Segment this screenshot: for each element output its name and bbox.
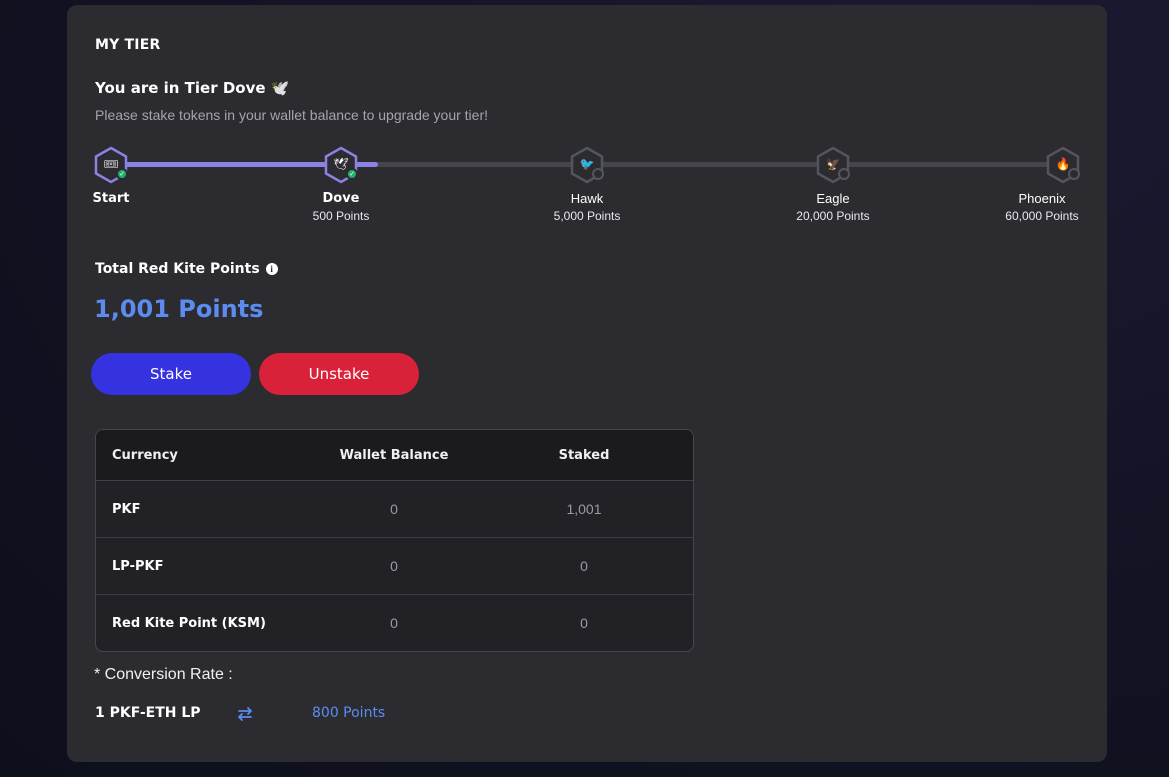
balance-table: Currency Wallet Balance Staked PKF 0 1,0… — [95, 429, 694, 652]
tier-node-dove: 🕊 ✓ — [324, 146, 358, 184]
swap-icon[interactable] — [235, 704, 255, 724]
tier-card: MY TIER You are in Tier Dove 🕊️ Please s… — [67, 5, 1107, 762]
tier-hint-text: Please stake tokens in your wallet balan… — [95, 107, 489, 123]
conversion-rate-title: * Conversion Rate : — [94, 666, 233, 683]
wallet-balance-cell: 0 — [390, 558, 398, 574]
header-wallet-balance: Wallet Balance — [339, 448, 449, 463]
tier-label-dove: Dove 500 Points — [281, 191, 401, 226]
tier-node-phoenix: 🔥 — [1046, 146, 1080, 184]
tier-name: Dove — [322, 191, 360, 206]
tier-name: Hawk — [570, 191, 604, 206]
currency-cell: Red Kite Point (KSM) — [112, 616, 266, 631]
total-points-title: Total Red Kite Points — [95, 261, 260, 277]
info-icon[interactable]: i — [265, 263, 278, 275]
tier-points: 5,000 Points — [553, 209, 621, 223]
pending-indicator — [1068, 168, 1080, 180]
total-points-value: 1,001 Points — [94, 295, 264, 323]
tier-node-hawk: 🐦 — [570, 146, 604, 184]
table-row: PKF 0 1,001 — [96, 481, 693, 538]
tier-name: Eagle — [816, 191, 850, 206]
check-icon: ✓ — [346, 168, 358, 180]
tier-points: 500 Points — [312, 209, 370, 223]
staked-cell: 0 — [580, 558, 588, 574]
conversion-to: 800 Points — [312, 705, 386, 721]
total-points-label: Total Red Kite Points i — [95, 261, 278, 277]
table-row: Red Kite Point (KSM) 0 0 — [96, 595, 693, 651]
tier-name: Start — [92, 191, 130, 206]
card-title: MY TIER — [95, 37, 161, 53]
currency-cell: PKF — [112, 502, 141, 517]
staked-cell: 0 — [580, 615, 588, 631]
current-tier-text: You are in Tier Dove 🕊️ — [95, 79, 290, 97]
tier-name: Phoenix — [1018, 191, 1066, 206]
wallet-balance-cell: 0 — [390, 501, 398, 517]
tier-points: 60,000 Points — [1005, 209, 1079, 223]
tier-label-hawk: Hawk 5,000 Points — [527, 191, 647, 226]
currency-cell: LP-PKF — [112, 559, 164, 574]
wallet-balance-cell: 0 — [390, 615, 398, 631]
tier-label-eagle: Eagle 20,000 Points — [773, 191, 893, 226]
tier-label-phoenix: Phoenix 60,000 Points — [982, 191, 1102, 226]
header-currency: Currency — [112, 448, 178, 463]
pending-indicator — [838, 168, 850, 180]
tier-points: 20,000 Points — [796, 209, 870, 223]
table-row: LP-PKF 0 0 — [96, 538, 693, 595]
conversion-from: 1 PKF-ETH LP — [95, 705, 201, 721]
tier-label-start: Start — [51, 191, 171, 206]
tier-node-eagle: 🦅 — [816, 146, 850, 184]
stake-button[interactable]: Stake — [91, 353, 251, 395]
tier-node-start: 🎟 ✓ — [94, 146, 128, 184]
check-icon: ✓ — [116, 168, 128, 180]
unstake-button[interactable]: Unstake — [259, 353, 419, 395]
table-header: Currency Wallet Balance Staked — [96, 430, 693, 481]
staked-cell: 1,001 — [566, 501, 602, 517]
header-staked: Staked — [558, 448, 610, 463]
pending-indicator — [592, 168, 604, 180]
